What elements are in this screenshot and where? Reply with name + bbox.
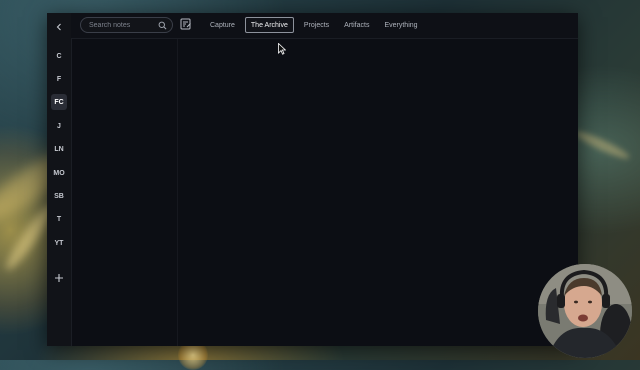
- sidebar-item-fc[interactable]: FC: [51, 94, 67, 110]
- background-light-streak: [572, 127, 632, 163]
- sidebar-item-ln[interactable]: LN: [51, 141, 67, 157]
- sidebar-item-mo[interactable]: MO: [51, 165, 67, 181]
- tab-artifacts[interactable]: Artifacts: [339, 18, 374, 32]
- plus-icon[interactable]: [51, 270, 67, 286]
- notes-app-window: C F FC J LN MO SB T YT Capture The Archi…: [47, 13, 578, 346]
- search-icon[interactable]: [158, 21, 167, 30]
- sidebar-item-sb[interactable]: SB: [51, 188, 67, 204]
- sidebar-item-yt[interactable]: YT: [51, 235, 67, 251]
- chevron-left-icon[interactable]: [51, 19, 67, 35]
- sidebar-item-c[interactable]: C: [51, 48, 67, 64]
- sidebar-item-f[interactable]: F: [51, 71, 67, 87]
- webcam-overlay: [538, 264, 632, 358]
- tab-the-archive[interactable]: The Archive: [244, 17, 294, 33]
- edit-note-icon[interactable]: [180, 18, 192, 30]
- search-box: [80, 17, 173, 33]
- presenter-video: [538, 264, 632, 358]
- top-toolbar: Capture The Archive Projects Artifacts E…: [71, 13, 578, 39]
- mouse-pointer-icon: [278, 43, 286, 55]
- sidebar-item-j[interactable]: J: [51, 118, 67, 134]
- sidebar-item-t[interactable]: T: [51, 211, 67, 227]
- collection-sidebar: C F FC J LN MO SB T YT: [47, 13, 72, 346]
- search-input[interactable]: [89, 18, 155, 32]
- tab-everything[interactable]: Everything: [379, 18, 422, 32]
- pane-divider[interactable]: [177, 39, 178, 346]
- tab-projects[interactable]: Projects: [299, 18, 334, 32]
- view-tabs: Capture The Archive Projects Artifacts E…: [205, 17, 428, 33]
- notes-content-area: [71, 39, 578, 346]
- tab-capture[interactable]: Capture: [205, 18, 240, 32]
